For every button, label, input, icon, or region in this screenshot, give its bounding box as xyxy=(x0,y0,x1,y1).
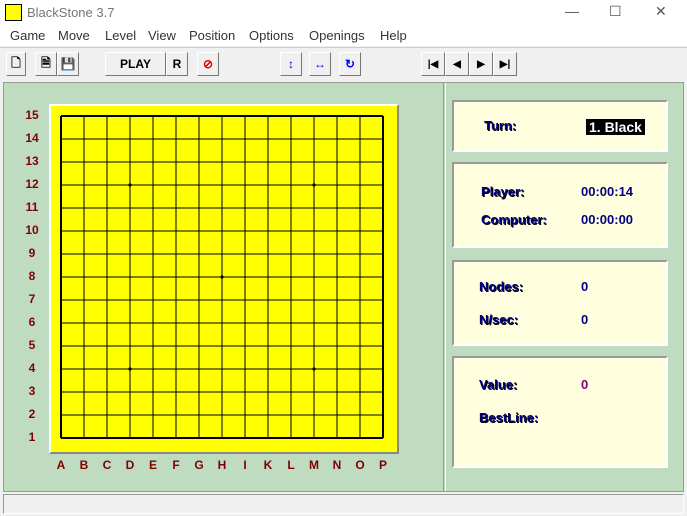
player-label: Player: xyxy=(481,184,525,199)
nodes-label: Nodes: xyxy=(479,279,524,294)
row-label: 6 xyxy=(28,315,36,329)
star-point xyxy=(128,367,132,371)
column-label: L xyxy=(287,458,295,472)
column-label: N xyxy=(332,458,342,472)
status-bar xyxy=(3,494,684,514)
menu-bar: Game Move Level View Position Options Op… xyxy=(0,26,687,46)
star-point xyxy=(312,183,316,187)
window-title: BlackStone 3.7 xyxy=(27,5,115,20)
column-label: I xyxy=(243,458,247,472)
menu-move[interactable]: Move xyxy=(58,28,90,43)
prev-move-button[interactable]: ◀ xyxy=(445,52,469,76)
star-point xyxy=(128,183,132,187)
value-label: Value: xyxy=(479,377,518,392)
computer-label: Computer: xyxy=(481,212,547,227)
star-point xyxy=(220,275,224,279)
column-label: G xyxy=(194,458,204,472)
menu-game[interactable]: Game xyxy=(10,28,45,43)
value-value: 0 xyxy=(581,377,589,392)
new-game-button[interactable]: 🗋 xyxy=(6,52,26,76)
time-panel: Player: 00:00:14 Computer: 00:00:00 xyxy=(452,162,668,248)
column-label: D xyxy=(125,458,135,472)
search-panel: Nodes: 0 N/sec: 0 xyxy=(452,260,668,346)
row-label: 1 xyxy=(28,430,36,444)
column-label: O xyxy=(355,458,365,472)
turn-label: Turn: xyxy=(484,118,517,133)
rotate-icon: ↻ xyxy=(344,57,356,71)
board-grid[interactable] xyxy=(51,106,397,452)
row-label: 7 xyxy=(28,292,36,306)
row-label: 14 xyxy=(25,131,39,145)
column-label: A xyxy=(56,458,66,472)
computer-time: 00:00:00 xyxy=(581,212,634,227)
vertical-arrow-icon: ↕ xyxy=(288,57,294,71)
row-label: 4 xyxy=(28,361,36,375)
row-label: 13 xyxy=(25,154,39,168)
save-button[interactable]: 💾 xyxy=(57,52,79,76)
column-label: M xyxy=(309,458,319,472)
document-icon: 🗎 xyxy=(41,55,51,70)
menu-view[interactable]: View xyxy=(148,28,176,43)
row-label: 11 xyxy=(25,200,39,214)
column-label: C xyxy=(102,458,112,472)
turn-value: 1. Black xyxy=(586,119,645,135)
row-label: 2 xyxy=(28,407,36,421)
player-time: 00:00:14 xyxy=(581,184,634,199)
column-label: F xyxy=(172,458,180,472)
close-button[interactable]: ✕ xyxy=(655,3,667,20)
last-move-button[interactable]: ▶| xyxy=(493,52,517,76)
row-label: 8 xyxy=(28,269,36,283)
menu-options[interactable]: Options xyxy=(249,28,294,43)
new-file-icon: 🗋 xyxy=(11,55,21,70)
row-label: 12 xyxy=(25,177,39,191)
row-label: 5 xyxy=(28,338,36,352)
column-label: B xyxy=(79,458,89,472)
evaluation-panel: Value: 0 BestLine: xyxy=(452,356,668,468)
bestline-label: BestLine: xyxy=(479,410,539,425)
stop-button[interactable]: ⊘ xyxy=(197,52,219,76)
open-button[interactable]: 🗎 xyxy=(35,52,57,76)
horizontal-arrow-icon: ↔ xyxy=(314,57,326,71)
nodes-value: 0 xyxy=(581,279,589,294)
star-point xyxy=(312,367,316,371)
flip-horizontal-button[interactable]: ↔ xyxy=(309,52,331,76)
app-icon xyxy=(5,4,22,21)
menu-openings[interactable]: Openings xyxy=(309,28,365,43)
rotate-button[interactable]: ↻ xyxy=(339,52,361,76)
column-label: P xyxy=(378,458,387,472)
column-label: H xyxy=(217,458,227,472)
play-button[interactable]: PLAY xyxy=(105,52,166,76)
minimize-button[interactable]: — xyxy=(565,3,579,19)
save-icon: 💾 xyxy=(60,57,76,71)
next-move-button[interactable]: ▶ xyxy=(469,52,493,76)
title-bar: BlackStone 3.7 — ☐ ✕ xyxy=(0,0,687,26)
toolbar: 🗋 🗎 💾 PLAY R ⊘ ↕ ↔ ↻ |◀ ◀ ▶ ▶| xyxy=(0,47,687,80)
row-label: 15 xyxy=(25,108,39,122)
column-label: E xyxy=(148,458,157,472)
nps-label: N/sec: xyxy=(479,312,519,327)
divider xyxy=(443,83,446,491)
menu-level[interactable]: Level xyxy=(105,28,136,43)
menu-help[interactable]: Help xyxy=(380,28,407,43)
row-label: 10 xyxy=(25,223,39,237)
column-label: K xyxy=(263,458,273,472)
turn-panel: Turn: 1. Black xyxy=(452,100,668,152)
nps-value: 0 xyxy=(581,312,589,327)
flip-vertical-button[interactable]: ↕ xyxy=(280,52,302,76)
maximize-button[interactable]: ☐ xyxy=(609,3,622,20)
first-move-button[interactable]: |◀ xyxy=(421,52,445,76)
menu-position[interactable]: Position xyxy=(189,28,235,43)
row-label: 9 xyxy=(28,246,36,260)
r-button[interactable]: R xyxy=(166,52,188,76)
row-label: 3 xyxy=(28,384,36,398)
game-board[interactable] xyxy=(49,104,399,454)
no-entry-icon: ⊘ xyxy=(202,57,214,71)
